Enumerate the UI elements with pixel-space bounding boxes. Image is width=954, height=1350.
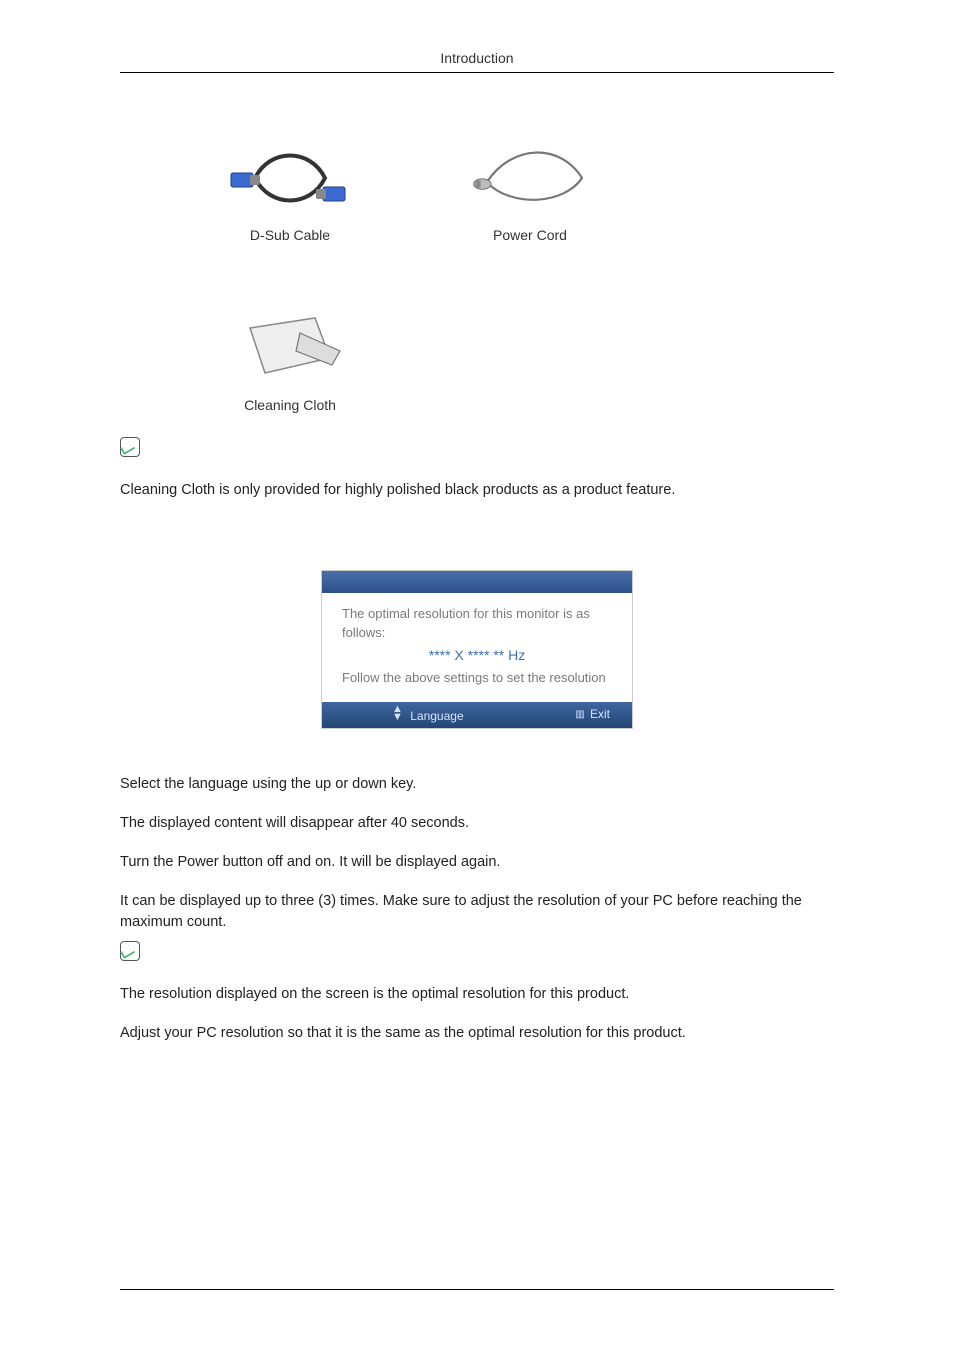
power-cord-image: [465, 143, 595, 213]
para-power-button: Turn the Power button off and on. It wil…: [120, 852, 834, 873]
item-cleaning-cloth: Cleaning Cloth: [210, 313, 370, 413]
item-dsub-cable: D-Sub Cable: [210, 143, 370, 243]
items-row-2: Cleaning Cloth: [210, 313, 834, 413]
page-header: Introduction: [120, 50, 834, 72]
cleaning-cloth-note: Cleaning Cloth is only provided for high…: [120, 480, 834, 501]
cleaning-cloth-image: [225, 313, 355, 383]
footer-divider: [120, 1289, 834, 1290]
osd-body: The optimal resolution for this monitor …: [322, 593, 632, 702]
para-select-language: Select the language using the up or down…: [120, 774, 834, 795]
osd-titlebar: [322, 571, 632, 593]
osd-line1: The optimal resolution for this monitor …: [342, 605, 612, 643]
osd-exit-button[interactable]: ▥ Exit: [575, 707, 610, 721]
para-adjust-resolution: Adjust your PC resolution so that it is …: [120, 1023, 834, 1044]
power-cord-caption: Power Cord: [493, 227, 567, 243]
para-three-times: It can be displayed up to three (3) time…: [120, 891, 834, 933]
exit-icon: ▥: [575, 709, 583, 720]
header-divider: [120, 72, 834, 73]
osd-language-button[interactable]: ▲▼ Language: [392, 705, 464, 723]
cleaning-cloth-caption: Cleaning Cloth: [244, 397, 336, 413]
up-down-icon: ▲▼: [392, 705, 403, 721]
osd-line2: Follow the above settings to set the res…: [342, 669, 612, 688]
note-icon: [120, 941, 140, 961]
item-power-cord: Power Cord: [450, 143, 610, 243]
osd-resolution-value: **** X **** ** Hz: [342, 645, 612, 665]
items-row-1: D-Sub Cable Power Cord: [210, 143, 834, 243]
osd-dialog: The optimal resolution for this monitor …: [322, 571, 632, 728]
dsub-cable-image: [225, 143, 355, 213]
dsub-cable-caption: D-Sub Cable: [250, 227, 330, 243]
osd-footer: ▲▼ Language ▥ Exit: [322, 702, 632, 728]
osd-language-label: Language: [410, 709, 463, 723]
note-icon: [120, 437, 140, 457]
osd-exit-label: Exit: [590, 707, 610, 721]
para-optimal-resolution: The resolution displayed on the screen i…: [120, 984, 834, 1005]
para-disappear: The displayed content will disappear aft…: [120, 813, 834, 834]
